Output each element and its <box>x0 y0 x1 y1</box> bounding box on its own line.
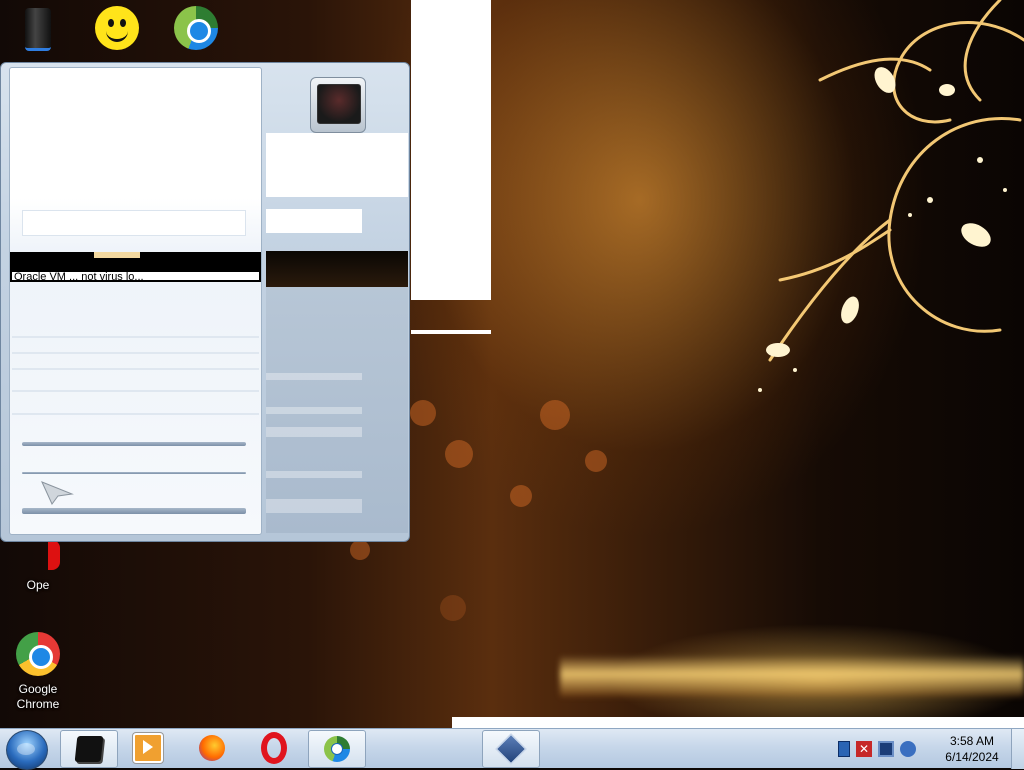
network-icon[interactable] <box>838 741 850 757</box>
render-artifact-line <box>411 330 491 334</box>
window-main-panel: Oracle VM ... not virus lo... <box>9 67 262 535</box>
side-line <box>266 373 362 380</box>
render-artifact-block <box>411 0 491 300</box>
virtualbox-icon <box>495 733 527 765</box>
clock[interactable]: 3:58 AM 6/14/2024 <box>936 733 1008 765</box>
media-player-icon <box>133 733 163 763</box>
side-line <box>266 427 362 437</box>
system-tray: ✕ <box>838 737 916 761</box>
monitor-icon[interactable] <box>878 741 894 757</box>
render-artifact-bar <box>452 717 1024 728</box>
side-white-area <box>266 133 408 197</box>
bokeh-dot <box>540 400 570 430</box>
desktop-icon-smiley[interactable] <box>79 4 155 56</box>
desktop-icon-browser[interactable] <box>158 4 234 56</box>
taskbar-button-browser[interactable] <box>308 730 366 768</box>
bokeh-dot <box>445 440 473 468</box>
desktop-icon-dark-app[interactable] <box>0 4 76 58</box>
firefox-icon <box>199 735 225 761</box>
window-caption: Oracle VM ... not virus lo... <box>12 270 259 282</box>
bokeh-dot <box>510 485 532 507</box>
desktop-icon-google-chrome[interactable]: Google Chrome <box>0 630 76 712</box>
opera-icon <box>261 732 287 764</box>
opera-icon-partial <box>48 540 60 570</box>
mouse-pointer-icon <box>41 481 74 505</box>
bokeh-dot <box>410 400 436 426</box>
show-desktop-button[interactable] <box>1011 729 1024 769</box>
vm-preview-button[interactable] <box>310 77 366 133</box>
browser-globe-icon <box>324 736 350 762</box>
slider-track[interactable] <box>22 508 246 514</box>
golden-swirl-ornament <box>758 0 1024 392</box>
clock-time: 3:58 AM <box>949 734 995 748</box>
side-dark-strip <box>266 251 408 287</box>
taskbar-button-black-box[interactable] <box>60 730 118 768</box>
chrome-icon <box>14 632 62 680</box>
taskbar-button-media-player[interactable] <box>120 730 176 766</box>
slider-track[interactable] <box>22 472 246 474</box>
desktop-icon-opera[interactable]: Ope <box>0 578 76 593</box>
side-line <box>266 471 362 478</box>
desktop-icon-label: Google Chrome <box>16 682 60 711</box>
black-box-icon <box>74 736 104 762</box>
browser-globe-icon <box>172 6 220 54</box>
slider-track[interactable] <box>22 442 246 446</box>
virtualbox-window[interactable]: Oracle VM ... not virus lo... <box>0 62 410 542</box>
clock-date: 6/14/2024 <box>945 750 999 764</box>
divider <box>12 390 259 392</box>
light-streak <box>560 655 1024 697</box>
window-side-panel <box>266 67 408 533</box>
divider <box>12 336 259 338</box>
monitor-icon <box>317 84 361 124</box>
side-line <box>266 407 362 414</box>
start-button[interactable] <box>6 730 48 770</box>
smiley-icon <box>93 6 141 54</box>
divider <box>12 368 259 370</box>
taskbar: ✕ 3:58 AM 6/14/2024 <box>0 728 1024 770</box>
taskbar-button-opera[interactable] <box>246 730 302 766</box>
cylinder-app-icon <box>14 8 62 56</box>
tab-highlight <box>94 252 140 258</box>
taskbar-button-firefox[interactable] <box>184 730 240 766</box>
taskbar-button-virtualbox[interactable] <box>482 730 540 768</box>
bokeh-dot <box>585 450 607 472</box>
desktop-icon-label: Ope <box>26 578 50 592</box>
divider <box>12 413 259 415</box>
side-field[interactable] <box>266 209 362 233</box>
blank-field[interactable] <box>22 210 246 236</box>
bokeh-dot <box>350 540 370 560</box>
divider <box>12 352 259 354</box>
speaker-icon[interactable] <box>900 741 916 757</box>
error-x-icon[interactable]: ✕ <box>856 741 872 757</box>
bokeh-dot <box>440 595 466 621</box>
side-line <box>266 499 362 513</box>
